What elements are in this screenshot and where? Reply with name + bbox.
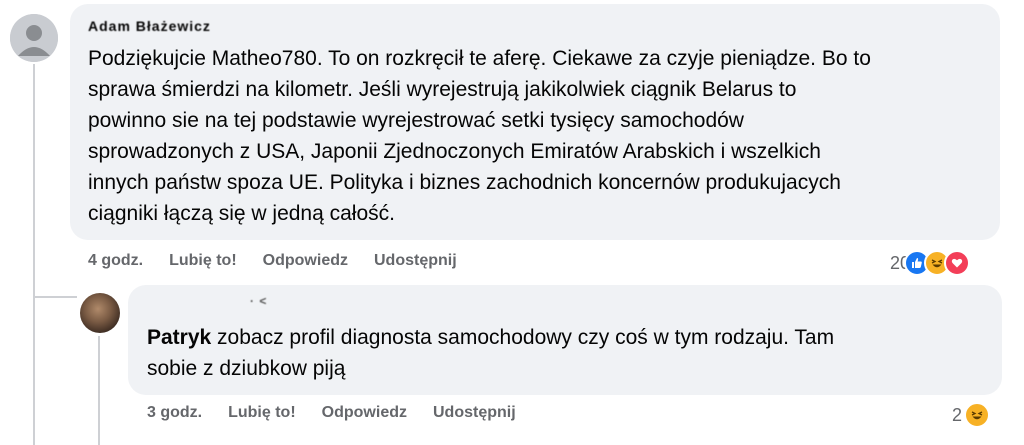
comment-text: Podziękujcie Matheo780. To on rozkręcił … <box>88 47 871 225</box>
reaction-summary[interactable]: 20 <box>890 250 971 276</box>
comment-actions: 3 godz. Lubię to! Odpowiedz Udostępnij <box>147 404 542 422</box>
love-icon <box>944 250 971 276</box>
thread-line-branch <box>33 296 77 298</box>
share-button[interactable]: Udostępnij <box>374 252 457 270</box>
reaction-count: 2 <box>952 404 963 425</box>
thread-line-reply <box>98 336 100 445</box>
thread-line-vertical <box>33 64 35 445</box>
comment-actions: 4 godz. Lubię to! Odpowiedz Udostępnij <box>88 252 483 270</box>
comment-body: zobacz profil diagnosta samochodowy czy … <box>147 326 835 380</box>
comment-timestamp[interactable]: 4 godz. <box>88 252 143 270</box>
avatar[interactable] <box>80 293 120 333</box>
avatar[interactable] <box>10 14 58 62</box>
reply-button[interactable]: Odpowiedz <box>263 252 348 270</box>
mention-link[interactable]: Patryk <box>147 326 211 349</box>
reply-button[interactable]: Odpowiedz <box>322 404 407 422</box>
reaction-summary[interactable]: 2 <box>952 402 991 428</box>
default-avatar-icon <box>10 14 58 62</box>
comment-author[interactable]: · ˂ <box>250 294 267 308</box>
share-button[interactable]: Udostępnij <box>433 404 516 422</box>
comment-author[interactable]: Adam Błażewicz <box>88 18 211 34</box>
like-button[interactable]: Lubię to! <box>228 404 296 422</box>
haha-icon <box>964 402 991 428</box>
like-button[interactable]: Lubię to! <box>169 252 237 270</box>
comment-text: Patryk zobacz profil diagnosta samochodo… <box>147 322 834 384</box>
comment-timestamp[interactable]: 3 godz. <box>147 404 202 422</box>
